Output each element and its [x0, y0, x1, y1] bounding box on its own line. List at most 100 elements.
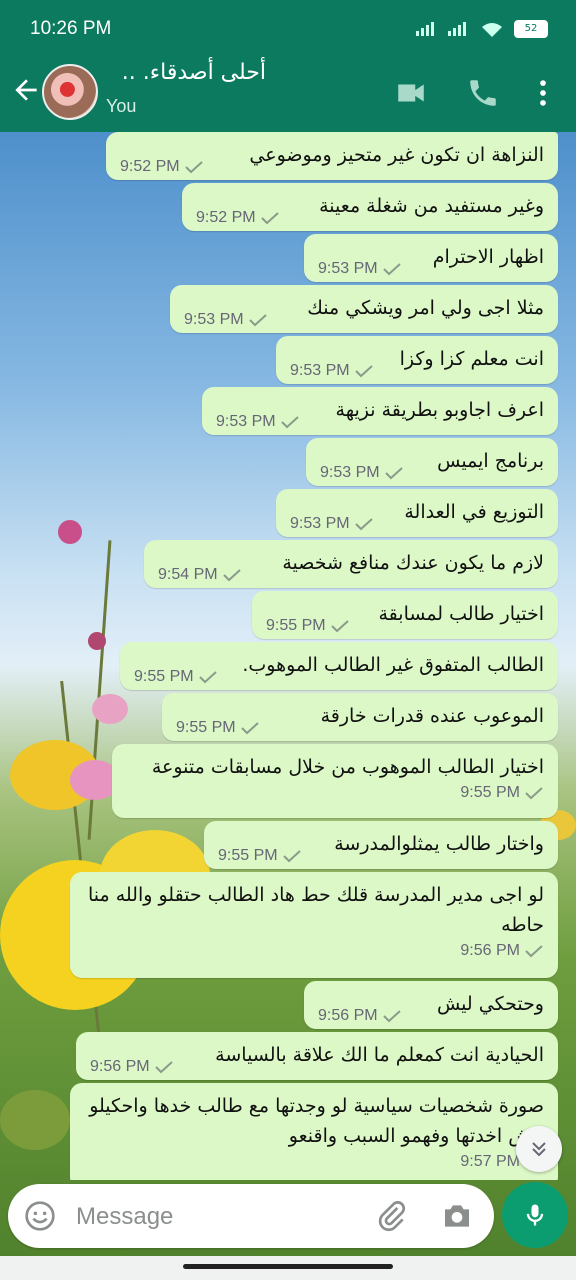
- mic-button[interactable]: [502, 1182, 568, 1248]
- message-text: صورة شخصيات سياسية لو وجدتها مع طالب خده…: [89, 1095, 544, 1147]
- message-bubble[interactable]: صورة شخصيات سياسية لو وجدتها مع طالب خده…: [70, 1083, 558, 1180]
- message-meta: 9:55 PM: [218, 847, 302, 865]
- message-time: 9:55 PM: [134, 668, 194, 685]
- read-check-icon: [282, 850, 301, 863]
- message-text: اختيار الطالب الموهوب من خلال مسابقات مت…: [151, 756, 544, 778]
- message-meta: 9:53 PM: [184, 311, 268, 329]
- chat-subtitle[interactable]: You: [106, 96, 136, 117]
- battery-icon: 52: [514, 20, 548, 38]
- message-meta: 9:53 PM: [216, 413, 300, 431]
- more-vert-icon[interactable]: [526, 76, 560, 110]
- message-meta: 9:53 PM: [290, 515, 374, 533]
- scroll-to-bottom-button[interactable]: [516, 1126, 562, 1172]
- message-bubble[interactable]: برنامج ايميس 9:53 PM: [306, 438, 558, 486]
- read-check-icon: [248, 314, 267, 327]
- message-time: 9:56 PM: [318, 1007, 378, 1024]
- message-bubble[interactable]: اختيار الطالب الموهوب من خلال مسابقات مت…: [112, 744, 558, 818]
- read-check-icon: [384, 467, 403, 480]
- message-time: 9:53 PM: [216, 413, 276, 430]
- message-time: 9:55 PM: [176, 719, 236, 736]
- read-check-icon: [525, 787, 543, 800]
- message-meta: 9:54 PM: [158, 566, 242, 584]
- message-bubble[interactable]: اختيار طالب لمسابقة 9:55 PM: [252, 591, 558, 639]
- system-nav-bar: [0, 1256, 576, 1280]
- message-time: 9:55 PM: [218, 847, 278, 864]
- read-check-icon: [198, 671, 217, 684]
- message-list[interactable]: النزاهة ان تكون غير متحيز وموضوعي 9:52 P…: [0, 132, 576, 1180]
- read-check-icon: [382, 1010, 401, 1023]
- message-meta: 9:55 PM: [266, 617, 350, 635]
- camera-icon[interactable]: [440, 1200, 474, 1232]
- message-time: 9:55 PM: [266, 617, 326, 634]
- message-meta: 9:57 PM: [84, 1153, 544, 1171]
- message-time: 9:57 PM: [460, 1153, 520, 1170]
- double-chevron-down-icon: [532, 1142, 546, 1157]
- message-meta: 9:55 PM: [126, 784, 544, 802]
- message-meta: 9:53 PM: [320, 464, 404, 482]
- message-meta: 9:56 PM: [318, 1007, 402, 1025]
- home-indicator[interactable]: [183, 1264, 393, 1269]
- message-time: 9:56 PM: [90, 1058, 150, 1075]
- message-bubble[interactable]: مثلا اجى ولي امر ويشكي منك 9:53 PM: [170, 285, 558, 333]
- emoji-icon[interactable]: [24, 1200, 56, 1232]
- back-arrow-icon[interactable]: [10, 74, 42, 106]
- avatar[interactable]: [42, 64, 98, 120]
- status-icons: 52: [416, 20, 548, 38]
- message-time: 9:52 PM: [196, 209, 256, 226]
- read-check-icon: [240, 722, 259, 735]
- message-meta: 9:56 PM: [84, 942, 544, 960]
- message-bubble[interactable]: انت معلم كزا وكزا 9:53 PM: [276, 336, 558, 384]
- attach-icon[interactable]: [376, 1200, 408, 1232]
- message-bubble[interactable]: النزاهة ان تكون غير متحيز وموضوعي 9:52 P…: [106, 132, 558, 180]
- message-meta: 9:52 PM: [196, 209, 280, 227]
- message-bubble[interactable]: اظهار الاحترام 9:53 PM: [304, 234, 558, 282]
- message-bubble[interactable]: وغير مستفيد من شغلة معينة 9:52 PM: [182, 183, 558, 231]
- read-check-icon: [154, 1061, 173, 1074]
- message-time: 9:53 PM: [290, 515, 350, 532]
- status-time: 10:26 PM: [30, 18, 112, 39]
- message-bubble[interactable]: لازم ما يكون عندك منافع شخصية 9:54 PM: [144, 540, 558, 588]
- chat-header: 10:26 PM 52 أحلى أصدقاء. .. You: [0, 0, 576, 132]
- read-check-icon: [184, 161, 203, 174]
- mic-icon: [526, 1204, 544, 1226]
- message-bubble[interactable]: اعرف اجاوبو بطريقة نزيهة 9:53 PM: [202, 387, 558, 435]
- signal-icon-2: [448, 22, 466, 36]
- read-check-icon: [525, 945, 543, 958]
- read-check-icon: [354, 365, 373, 378]
- read-check-icon: [280, 416, 299, 429]
- message-time: 9:55 PM: [460, 784, 520, 801]
- read-check-icon: [354, 518, 373, 531]
- message-bubble[interactable]: الموعوب عنده قدرات خارقة 9:55 PM: [162, 693, 558, 741]
- message-time: 9:53 PM: [184, 311, 244, 328]
- read-check-icon: [382, 263, 401, 276]
- wifi-icon: [482, 23, 502, 37]
- voice-call-icon[interactable]: [466, 76, 500, 110]
- message-text: لو اجى مدير المدرسة قلك حط هاد الطالب حت…: [87, 884, 544, 936]
- message-time: 9:52 PM: [120, 158, 180, 175]
- message-bubble[interactable]: لو اجى مدير المدرسة قلك حط هاد الطالب حت…: [70, 872, 558, 978]
- message-bubble[interactable]: التوزيع في العدالة 9:53 PM: [276, 489, 558, 537]
- message-time: 9:56 PM: [460, 942, 520, 959]
- message-bubble[interactable]: الطالب المتفوق غير الطالب الموهوب. 9:55 …: [120, 642, 558, 690]
- message-meta: 9:52 PM: [120, 158, 204, 176]
- message-meta: 9:55 PM: [176, 719, 260, 737]
- video-call-icon[interactable]: [394, 76, 428, 110]
- signal-icon: [416, 22, 434, 36]
- read-check-icon: [222, 569, 241, 582]
- message-bubble[interactable]: واختار طالب يمثلوالمدرسة 9:55 PM: [204, 821, 558, 869]
- message-bubble[interactable]: الحيادية انت كمعلم ما الك علاقة بالسياسة…: [76, 1032, 558, 1080]
- chat-title[interactable]: أحلى أصدقاء. ..: [106, 60, 266, 85]
- message-meta: 9:55 PM: [134, 668, 218, 686]
- read-check-icon: [260, 212, 279, 225]
- message-time: 9:53 PM: [318, 260, 378, 277]
- message-meta: 9:53 PM: [318, 260, 402, 278]
- message-time: 9:54 PM: [158, 566, 218, 583]
- message-time: 9:53 PM: [320, 464, 380, 481]
- message-meta: 9:56 PM: [90, 1058, 174, 1076]
- message-input[interactable]: [74, 1196, 358, 1238]
- message-composer: [8, 1184, 494, 1248]
- message-bubble[interactable]: وحتحكي ليش 9:56 PM: [304, 981, 558, 1029]
- message-meta: 9:53 PM: [290, 362, 374, 380]
- read-check-icon: [330, 620, 349, 633]
- message-time: 9:53 PM: [290, 362, 350, 379]
